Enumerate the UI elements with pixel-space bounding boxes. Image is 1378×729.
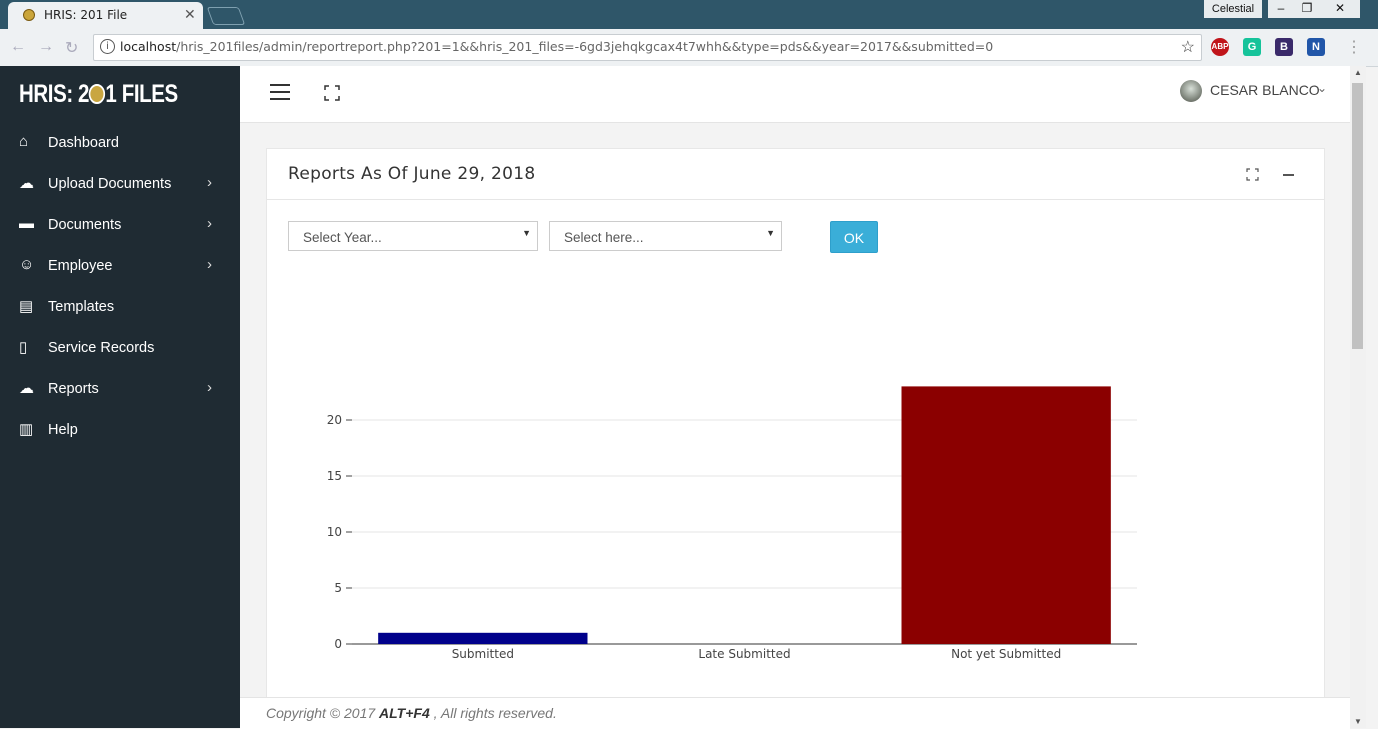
sidebar-item-service-records[interactable]: ▯ Service Records bbox=[0, 327, 240, 368]
forward-icon[interactable]: → bbox=[38, 38, 54, 56]
scrollbar-thumb[interactable] bbox=[1352, 83, 1363, 349]
info-icon[interactable]: i bbox=[100, 39, 115, 54]
bitdefender-icon[interactable]: B bbox=[1275, 38, 1293, 56]
adblock-icon[interactable]: ABP bbox=[1211, 38, 1229, 56]
type-select[interactable]: Select here... ▼ bbox=[549, 221, 782, 251]
n-extension-icon[interactable]: N bbox=[1307, 38, 1325, 56]
restore-button[interactable]: ❐ bbox=[1294, 0, 1320, 18]
page-scrollbar[interactable]: ▲ ▼ bbox=[1350, 66, 1366, 728]
url-host: localhost bbox=[120, 39, 177, 54]
type-select-value: Select here... bbox=[564, 230, 644, 245]
users-icon: ☺ bbox=[19, 256, 35, 273]
x-tick-label: Not yet Submitted bbox=[951, 647, 1061, 661]
user-name: CESAR BLANCO bbox=[1210, 82, 1320, 98]
panel-fullscreen-icon[interactable] bbox=[1246, 168, 1259, 181]
tab-title: HRIS: 201 File bbox=[44, 8, 128, 22]
sidebar-item-templates[interactable]: ▤ Templates bbox=[0, 286, 240, 327]
sidebar-item-label: Dashboard bbox=[48, 135, 119, 151]
map-icon: ▥ bbox=[19, 421, 34, 438]
copyright-text: Copyright © 2017 ALT+F4 , All rights res… bbox=[266, 705, 557, 721]
new-tab-button[interactable] bbox=[206, 7, 246, 25]
y-tick-label: 0 bbox=[334, 637, 342, 651]
year-select-value: Select Year... bbox=[303, 230, 382, 245]
scroll-down-icon[interactable]: ▼ bbox=[1354, 717, 1362, 726]
sidebar-item-label: Employee bbox=[48, 258, 113, 274]
footer: Copyright © 2017 ALT+F4 , All rights res… bbox=[240, 697, 1350, 729]
sidebar-item-label: Templates bbox=[48, 299, 115, 315]
panel-header: Reports As Of June 29, 2018 bbox=[267, 149, 1324, 200]
x-tick-label: Submitted bbox=[452, 647, 514, 661]
caret-down-icon: ▼ bbox=[766, 228, 775, 238]
brand-logo[interactable]: HRIS: 2 1 FILES bbox=[19, 80, 178, 109]
y-tick-label: 5 bbox=[334, 581, 342, 595]
chevron-right-icon: › bbox=[207, 256, 212, 273]
brand-seal-icon bbox=[89, 84, 106, 104]
sidebar-item-label: Service Records bbox=[48, 340, 155, 356]
sidebar-item-upload-documents[interactable]: ☁ Upload Documents › bbox=[0, 163, 240, 204]
report-bar-chart: 0 5 10 15 20 Submitted Late Submitted Not yet S… bbox=[327, 386, 1137, 661]
menu-toggle-icon[interactable] bbox=[270, 84, 290, 100]
sidebar: HRIS: 2 1 FILES ⌂ Dashboard ☁ Upload Documen… bbox=[0, 66, 240, 728]
sidebar-item-label: Reports bbox=[48, 381, 99, 397]
newspaper-icon: ▤ bbox=[19, 298, 34, 315]
bar bbox=[901, 386, 1111, 644]
brand-text-right: 1 FILES bbox=[105, 80, 178, 108]
bookmark-star-icon[interactable]: ☆ bbox=[1181, 37, 1195, 57]
fullscreen-icon[interactable] bbox=[324, 85, 340, 101]
cloud-upload-icon: ☁ bbox=[19, 380, 34, 397]
url-path: /hris_201files/admin/reportreport.php?20… bbox=[176, 39, 994, 54]
sidebar-item-documents[interactable]: ▬ Documents › bbox=[0, 204, 240, 245]
sidebar-item-help[interactable]: ▥ Help bbox=[0, 409, 240, 450]
sidebar-item-label: Upload Documents bbox=[48, 176, 172, 192]
chevron-right-icon: › bbox=[207, 174, 212, 191]
y-tick-label: 10 bbox=[327, 525, 342, 539]
avatar bbox=[1180, 80, 1202, 102]
home-icon: ⌂ bbox=[19, 133, 29, 150]
browser-tab[interactable]: HRIS: 201 File ✕ bbox=[8, 2, 203, 29]
browser-menu-icon[interactable]: ⋮ bbox=[1346, 37, 1362, 57]
panel-minimize-icon[interactable] bbox=[1283, 174, 1294, 176]
grammarly-icon[interactable]: G bbox=[1243, 38, 1261, 56]
copyright-suffix: , All rights reserved. bbox=[429, 705, 557, 721]
y-tick-label: 20 bbox=[327, 413, 342, 427]
back-icon[interactable]: ← bbox=[10, 38, 26, 56]
scroll-up-icon[interactable]: ▲ bbox=[1354, 68, 1362, 77]
sidebar-item-label: Help bbox=[48, 422, 78, 438]
top-header: CESAR BLANCO ⌄ bbox=[240, 66, 1350, 123]
reload-icon[interactable]: ↻ bbox=[65, 38, 78, 58]
site-favicon-icon bbox=[23, 9, 35, 21]
copyright-brand: ALT+F4 bbox=[379, 705, 430, 721]
ok-button[interactable]: OK bbox=[830, 221, 878, 253]
panel-title: Reports As Of June 29, 2018 bbox=[288, 164, 536, 184]
chevron-right-icon: › bbox=[207, 215, 212, 232]
bar bbox=[378, 632, 588, 644]
tab-close-icon[interactable]: ✕ bbox=[184, 6, 196, 23]
chevron-down-icon: ⌄ bbox=[1317, 81, 1328, 95]
profile-button[interactable]: Celestial bbox=[1204, 0, 1262, 18]
folder-icon: ▬ bbox=[19, 215, 34, 232]
browser-tabbar: HRIS: 201 File ✕ Celestial – ❐ ✕ bbox=[0, 0, 1378, 29]
browser-toolbar: ← → ↻ i localhost/hris_201files/admin/re… bbox=[0, 29, 1378, 67]
address-bar[interactable]: i localhost/hris_201files/admin/reportre… bbox=[93, 34, 1202, 61]
chevron-right-icon: › bbox=[207, 379, 212, 396]
reports-panel: Reports As Of June 29, 2018 Select Year.… bbox=[266, 148, 1325, 698]
x-tick-label: Late Submitted bbox=[698, 647, 790, 661]
sidebar-nav: ⌂ Dashboard ☁ Upload Documents › ▬ Documents › ☺… bbox=[0, 122, 240, 450]
clipboard-icon: ▯ bbox=[19, 339, 28, 356]
sidebar-item-employee[interactable]: ☺ Employee › bbox=[0, 245, 240, 286]
url-text[interactable]: localhost/hris_201files/admin/reportrepo… bbox=[120, 39, 993, 54]
cloud-upload-icon: ☁ bbox=[19, 175, 34, 192]
year-select[interactable]: Select Year... ▼ bbox=[288, 221, 538, 251]
sidebar-item-dashboard[interactable]: ⌂ Dashboard bbox=[0, 122, 240, 163]
sidebar-item-reports[interactable]: ☁ Reports › bbox=[0, 368, 240, 409]
caret-down-icon: ▼ bbox=[522, 228, 531, 238]
brand-text-left: HRIS: 2 bbox=[19, 80, 90, 108]
sidebar-item-label: Documents bbox=[48, 217, 122, 233]
minimize-button[interactable]: – bbox=[1268, 0, 1294, 18]
copyright-prefix: Copyright © 2017 bbox=[266, 705, 380, 721]
y-tick-label: 15 bbox=[327, 469, 342, 483]
close-window-button[interactable]: ✕ bbox=[1320, 0, 1360, 18]
